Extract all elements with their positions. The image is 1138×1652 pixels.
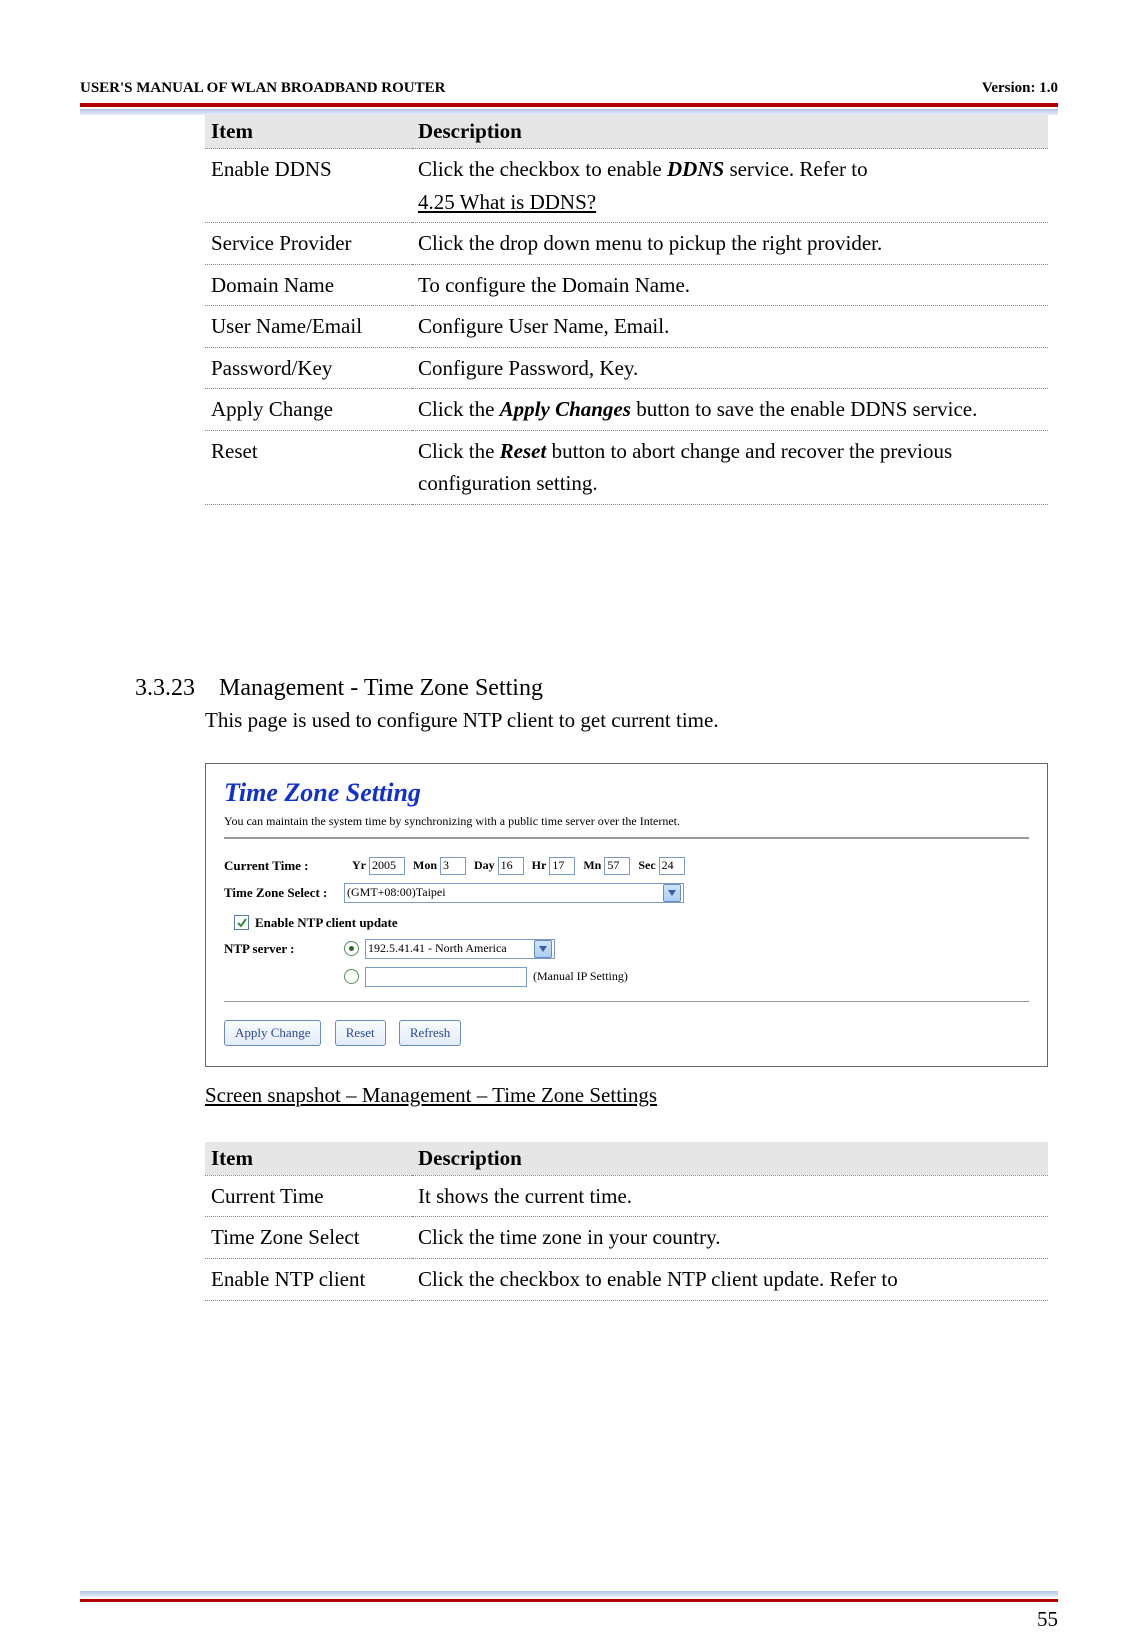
day-input[interactable]: 16: [498, 857, 524, 875]
tz-select[interactable]: (GMT+08:00)Taipei: [344, 883, 684, 903]
desc-cell: Click the drop down menu to pickup the r…: [412, 223, 1048, 265]
enable-ntp-label: Enable NTP client update: [255, 915, 398, 931]
mon-input[interactable]: 3: [440, 857, 466, 875]
ss-subtitle: You can maintain the system time by sync…: [224, 814, 1029, 829]
enable-ntp-checkbox[interactable]: [234, 915, 249, 930]
table-row: Reset Click the Reset button to abort ch…: [205, 430, 1048, 504]
button-row: Apply Change Reset Refresh: [224, 1020, 1029, 1046]
section-heading: 3.3.23 Management - Time Zone Setting: [135, 675, 1048, 702]
table-row: Service Provider Click the drop down men…: [205, 223, 1048, 265]
table-row: Domain Name To configure the Domain Name…: [205, 264, 1048, 306]
ntp-server-row: NTP server : 192.5.41.41 - North America: [224, 939, 1029, 959]
header-left: USER'S MANUAL OF WLAN BROADBAND ROUTER: [80, 80, 445, 97]
ss-title: Time Zone Setting: [224, 778, 1029, 808]
desc-cell: Configure Password, Key.: [412, 347, 1048, 389]
apply-change-button[interactable]: Apply Change: [224, 1020, 321, 1046]
dropdown-arrow-icon: [534, 940, 552, 958]
sec-label: Sec: [638, 858, 655, 873]
item-cell: Service Provider: [205, 223, 412, 265]
item-cell: Password/Key: [205, 347, 412, 389]
item-cell: Domain Name: [205, 264, 412, 306]
ntp-label: NTP server :: [224, 941, 344, 957]
desc-cell: Click the Reset button to abort change a…: [412, 430, 1048, 504]
current-time-row: Current Time : Yr 2005 Mon 3 Day 16 Hr 1…: [224, 857, 1029, 875]
footer-gradient: [80, 1591, 1058, 1597]
desc-cell: Click the time zone in your country.: [412, 1217, 1048, 1259]
yr-input[interactable]: 2005: [369, 857, 405, 875]
table1-head-item: Item: [205, 115, 412, 149]
page-number: 55: [1037, 1607, 1058, 1632]
yr-label: Yr: [352, 858, 366, 873]
section-number: 3.3.23: [135, 675, 195, 702]
ddns-table: Item Description Enable DDNS Click the c…: [205, 115, 1048, 505]
hr-label: Hr: [532, 858, 547, 873]
reset-button[interactable]: Reset: [335, 1020, 386, 1046]
table2-head-desc: Description: [412, 1142, 1048, 1176]
mon-label: Mon: [413, 858, 437, 873]
table-row: Apply Change Click the Apply Changes but…: [205, 389, 1048, 431]
timezone-screenshot: Time Zone Setting You can maintain the s…: [205, 763, 1048, 1067]
section-title: Management - Time Zone Setting: [219, 675, 543, 701]
item-cell: User Name/Email: [205, 306, 412, 348]
table-row: Current Time It shows the current time.: [205, 1175, 1048, 1217]
ntp-manual-row: (Manual IP Setting): [224, 967, 1029, 987]
table-row: Password/Key Configure Password, Key.: [205, 347, 1048, 389]
timezone-table: Item Description Current Time It shows t…: [205, 1142, 1048, 1301]
item-cell: Time Zone Select: [205, 1217, 412, 1259]
timezone-row: Time Zone Select : (GMT+08:00)Taipei: [224, 883, 1029, 903]
table-row: Enable DDNS Click the checkbox to enable…: [205, 149, 1048, 223]
dropdown-arrow-icon: [663, 884, 681, 902]
ntp-manual-label: (Manual IP Setting): [533, 969, 628, 984]
refresh-button[interactable]: Refresh: [399, 1020, 461, 1046]
day-label: Day: [474, 858, 495, 873]
tz-label: Time Zone Select :: [224, 885, 344, 901]
item-cell: Apply Change: [205, 389, 412, 431]
ntp-select[interactable]: 192.5.41.41 - North America: [365, 939, 555, 959]
item-cell: Current Time: [205, 1175, 412, 1217]
desc-cell: Click the checkbox to enable DDNS servic…: [412, 149, 1048, 223]
ntp-manual-input[interactable]: [365, 967, 527, 987]
desc-cell: Configure User Name, Email.: [412, 306, 1048, 348]
page-footer: 55: [80, 1591, 1058, 1602]
ss-divider: [224, 837, 1029, 839]
page-header: USER'S MANUAL OF WLAN BROADBAND ROUTER V…: [80, 80, 1058, 97]
table-row: Enable NTP client Click the checkbox to …: [205, 1259, 1048, 1301]
footer-red-line: [80, 1599, 1058, 1602]
hr-input[interactable]: 17: [549, 857, 575, 875]
mn-input[interactable]: 57: [604, 857, 630, 875]
section-description: This page is used to configure NTP clien…: [205, 708, 1048, 733]
table-row: Time Zone Select Click the time zone in …: [205, 1217, 1048, 1259]
item-cell: Enable DDNS: [205, 149, 412, 223]
table2-head-item: Item: [205, 1142, 412, 1176]
enable-ntp-row: Enable NTP client update: [234, 915, 1029, 931]
tz-value: (GMT+08:00)Taipei: [347, 885, 446, 900]
ss-divider: [224, 1001, 1029, 1002]
screenshot-caption: Screen snapshot – Management – Time Zone…: [205, 1083, 1048, 1108]
ntp-radio-manual[interactable]: [344, 969, 359, 984]
desc-cell: Click the checkbox to enable NTP client …: [412, 1259, 1048, 1301]
item-cell: Enable NTP client: [205, 1259, 412, 1301]
sec-input[interactable]: 24: [659, 857, 685, 875]
header-red-line: [80, 103, 1058, 107]
ntp-value: 192.5.41.41 - North America: [368, 941, 507, 956]
desc-cell: Click the Apply Changes button to save t…: [412, 389, 1048, 431]
desc-cell: It shows the current time.: [412, 1175, 1048, 1217]
current-time-label: Current Time :: [224, 858, 344, 874]
header-right: Version: 1.0: [982, 80, 1058, 97]
mn-label: Mn: [583, 858, 601, 873]
ntp-radio-preset[interactable]: [344, 941, 359, 956]
item-cell: Reset: [205, 430, 412, 504]
desc-cell: To configure the Domain Name.: [412, 264, 1048, 306]
table1-head-desc: Description: [412, 115, 1048, 149]
ddns-link: 4.25 What is DDNS?: [418, 190, 596, 214]
table-row: User Name/Email Configure User Name, Ema…: [205, 306, 1048, 348]
